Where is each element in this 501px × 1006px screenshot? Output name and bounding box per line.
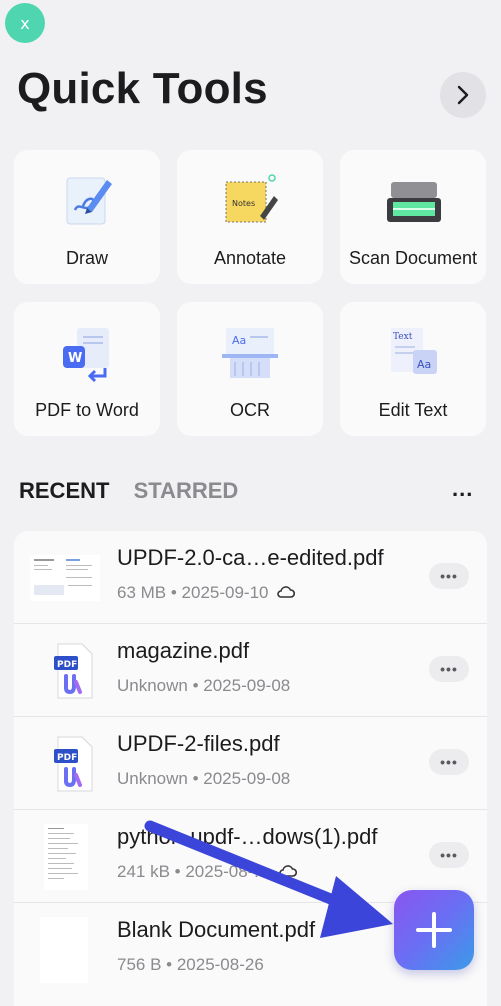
tool-label: Scan Document [348, 248, 478, 268]
pdf-to-word-icon: W [63, 328, 109, 383]
ocr-icon: Aa [222, 328, 278, 378]
cloud-icon [277, 586, 296, 598]
svg-text:W: W [68, 351, 82, 366]
file-more-button[interactable]: ••• [429, 749, 469, 775]
draw-icon [66, 177, 112, 225]
quick-tools-expand-button[interactable] [440, 72, 486, 118]
file-meta: Unknown • 2025-09-08 [117, 676, 291, 695]
file-name: python-updf-…dows(1).pdf [117, 824, 378, 849]
page-title: Quick Tools [17, 64, 268, 113]
tool-scan-document[interactable]: Scan Document [340, 150, 486, 284]
annotate-icon: Notes [225, 174, 278, 223]
close-icon: x [20, 13, 30, 33]
list-item[interactable]: PDF magazine.pdf Unknown • 2025-09-08 ••… [14, 624, 487, 717]
svg-text:Aa: Aa [232, 334, 246, 347]
list-item[interactable]: UPDF-2.0-ca…e-edited.pdf 63 MB • 2025-09… [14, 531, 487, 624]
file-meta: Unknown • 2025-09-08 [117, 769, 291, 788]
tool-pdf-to-word[interactable]: W PDF to Word [14, 302, 160, 436]
tool-annotate[interactable]: Notes Annotate [177, 150, 323, 284]
edit-text-icon: Text Aa [391, 328, 437, 374]
svg-text:Aa: Aa [417, 358, 431, 371]
file-meta: 756 B • 2025-08-26 [117, 955, 264, 974]
file-thumbnail [44, 824, 88, 890]
file-tabs: RECENT STARRED [19, 478, 256, 504]
chevron-right-icon [457, 85, 469, 105]
file-meta: 241 kB • 2025-08-… [117, 862, 298, 882]
file-meta: 63 MB • 2025-09-10 [117, 583, 296, 603]
plus-icon [416, 912, 452, 948]
tab-starred[interactable]: STARRED [134, 478, 239, 504]
tool-draw[interactable]: Draw [14, 150, 160, 284]
file-name: UPDF-2.0-ca…e-edited.pdf [117, 545, 384, 570]
tool-ocr[interactable]: Aa OCR [177, 302, 323, 436]
tabs-more-button[interactable]: ... [452, 476, 473, 502]
tool-label: OCR [230, 400, 270, 420]
tool-edit-text[interactable]: Text Aa Edit Text [340, 302, 486, 436]
file-thumbnail [30, 555, 100, 601]
svg-text:PDF: PDF [57, 753, 77, 763]
cloud-icon [279, 865, 298, 877]
tool-label: Edit Text [378, 400, 448, 420]
scanner-icon [387, 182, 441, 222]
tool-label: PDF to Word [35, 400, 139, 420]
svg-text:Text: Text [393, 332, 413, 342]
file-more-button[interactable]: ••• [429, 656, 469, 682]
pdf-file-icon: PDF [54, 643, 93, 699]
file-name: UPDF-2-files.pdf [117, 731, 280, 756]
tab-recent[interactable]: RECENT [19, 478, 109, 504]
file-name: magazine.pdf [117, 638, 250, 663]
tool-label: Annotate [213, 248, 287, 268]
list-item[interactable]: PDF UPDF-2-files.pdf Unknown • 2025-09-0… [14, 717, 487, 810]
svg-text:PDF: PDF [57, 660, 77, 670]
add-document-button[interactable] [394, 890, 474, 970]
file-name: Blank Document.pdf [117, 917, 316, 942]
file-thumbnail [40, 917, 88, 983]
file-more-button[interactable]: ••• [429, 842, 469, 868]
pdf-file-icon: PDF [54, 736, 93, 792]
close-button[interactable]: x [5, 3, 45, 43]
file-more-button[interactable]: ••• [429, 563, 469, 589]
tool-label: Draw [65, 248, 108, 268]
svg-text:Notes: Notes [232, 199, 255, 208]
